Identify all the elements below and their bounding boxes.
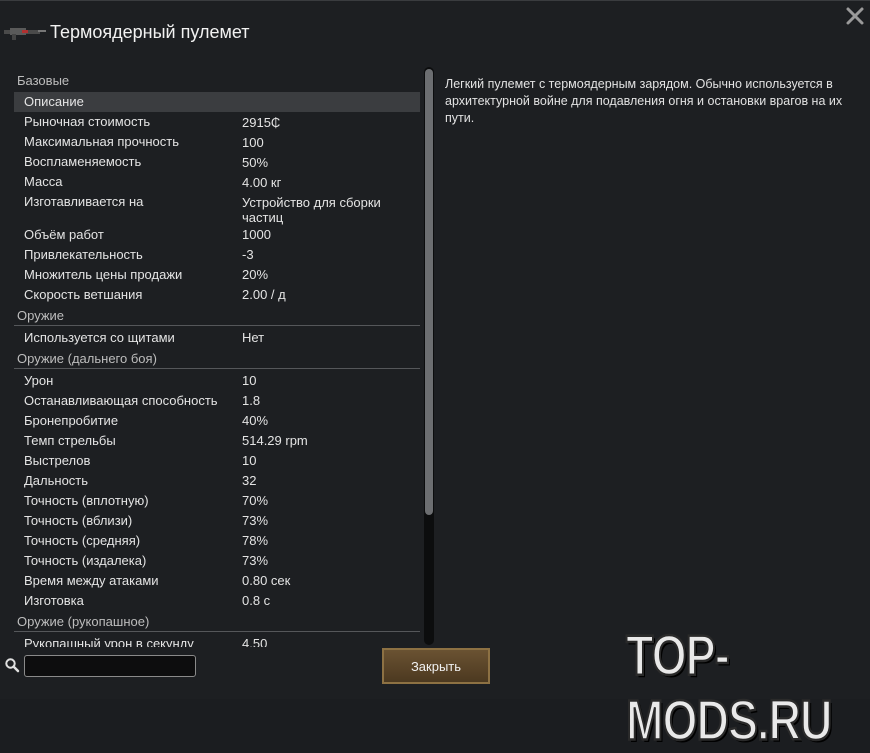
stat-row[interactable]: Точность (издалека) 73%	[14, 551, 420, 571]
stat-row[interactable]: Точность (средняя) 78%	[14, 531, 420, 551]
stat-row[interactable]: Точность (вблизи) 73%	[14, 511, 420, 531]
stat-row[interactable]: Масса 4.00 кг	[14, 172, 420, 192]
stat-value: 4.50	[242, 636, 268, 647]
stat-label: Используется со щитами	[24, 329, 175, 345]
stat-value	[242, 92, 402, 112]
stat-value: 4.00 кг	[242, 174, 282, 190]
close-button[interactable]: Закрыть	[382, 648, 490, 684]
stat-value: 50%	[242, 154, 269, 170]
search-input[interactable]	[24, 655, 196, 677]
stat-label: Описание	[24, 94, 84, 109]
stat-value: 10	[242, 373, 257, 388]
item-description: Легкий пулемет с термоядерным зарядом. О…	[445, 77, 843, 125]
close-icon[interactable]	[844, 5, 866, 27]
stat-label: Урон	[24, 372, 54, 388]
stat-label: Дальность	[24, 472, 89, 488]
stat-value: 73%	[242, 513, 269, 528]
stat-value: 70%	[242, 493, 269, 508]
stat-row[interactable]: Скорость ветшания 2.00 / д	[14, 285, 420, 305]
stat-label: Объём работ	[24, 226, 104, 242]
stat-value: 2915₵	[242, 114, 281, 130]
stat-row[interactable]: Изготавливается на Устройство для сборки …	[14, 192, 420, 225]
stat-row[interactable]: Описание	[14, 92, 420, 112]
search-icon	[5, 658, 20, 673]
stat-value: 2.00 / д	[242, 287, 286, 302]
stat-value: 73%	[242, 553, 269, 568]
stat-value: 32	[242, 473, 257, 488]
stat-value: 100	[242, 134, 264, 150]
stat-value: Устройство для сборки частиц	[242, 194, 381, 225]
stat-label: Максимальная прочность	[24, 134, 180, 149]
stat-row[interactable]: Используется со щитами Нет	[14, 328, 420, 348]
stat-label: Останавливающая способность	[24, 392, 218, 408]
stat-row[interactable]: Привлекательность -3	[14, 245, 420, 265]
info-dialog: Термоядерный пулемет Базовые Описание Рыно…	[0, 0, 870, 753]
category-header: Оружие (рукопашное)	[14, 611, 420, 632]
stat-row[interactable]: Дальность 32	[14, 471, 420, 491]
dialog-title: Термоядерный пулемет	[50, 21, 250, 42]
watermark: TOP-MODS.RU	[625, 622, 834, 753]
weapon-icon	[4, 28, 46, 40]
stat-value: Нет	[242, 330, 265, 345]
stat-row[interactable]: Максимальная прочность 100	[14, 132, 420, 152]
stat-row[interactable]: Объём работ 1000	[14, 225, 420, 245]
stat-row[interactable]: Время между атаками 0.80 сек	[14, 571, 420, 591]
stat-label: Масса	[24, 174, 63, 189]
stat-label: Рыночная стоимость	[24, 114, 151, 129]
stat-label: Привлекательность	[24, 246, 143, 262]
stat-row[interactable]: Изготовка 0.8 с	[14, 591, 420, 611]
stat-row[interactable]: Рыночная стоимость 2915₵	[14, 112, 420, 132]
stat-row[interactable]: Воспламеняемость 50%	[14, 152, 420, 172]
stat-row[interactable]: Точность (вплотную) 70%	[14, 491, 420, 511]
stat-label: Рукопашный урон в секунду	[24, 635, 194, 648]
stat-row[interactable]: Рукопашный урон в секунду 4.50	[14, 634, 420, 648]
stat-label: Воспламеняемость	[24, 154, 142, 169]
stats-list[interactable]: Базовые Описание Рыночная стоимость 2915₵ Ма…	[14, 67, 420, 647]
stat-value: 10	[242, 453, 257, 468]
stat-value: 514.29 rpm	[242, 433, 308, 448]
category-header: Оружие (дальнего боя)	[14, 348, 420, 369]
stat-label: Точность (вплотную)	[24, 492, 149, 508]
stat-value: 78%	[242, 533, 269, 548]
stat-value: 1000	[242, 227, 271, 242]
dialog-header: Термоядерный пулемет	[0, 15, 250, 49]
stat-row[interactable]: Множитель цены продажи 20%	[14, 265, 420, 285]
stat-label: Точность (средняя)	[24, 532, 141, 548]
stat-label: Точность (вблизи)	[24, 512, 133, 528]
scrollbar[interactable]	[424, 67, 434, 645]
stat-row[interactable]: Темп стрельбы 514.29 rpm	[14, 431, 420, 451]
stat-value: 0.80 сек	[242, 573, 291, 588]
stat-row[interactable]: Бронепробитие 40%	[14, 411, 420, 431]
scrollbar-thumb[interactable]	[425, 69, 433, 515]
stat-label: Скорость ветшания	[24, 286, 143, 302]
stat-value: 20%	[242, 267, 269, 282]
category-header: Базовые	[17, 73, 70, 88]
stat-row[interactable]: Выстрелов 10	[14, 451, 420, 471]
stat-label: Изготовка	[24, 592, 84, 608]
stat-label: Множитель цены продажи	[24, 266, 183, 282]
close-button-label: Закрыть	[410, 658, 462, 674]
stat-label: Изготавливается на	[24, 194, 144, 209]
stat-value: 0.8 с	[242, 593, 271, 608]
stat-row[interactable]: Урон 10	[14, 371, 420, 391]
category-header: Оружие	[14, 305, 420, 326]
stat-label: Бронепробитие	[24, 412, 119, 428]
stat-row[interactable]: Останавливающая способность 1.8	[14, 391, 420, 411]
stat-label: Темп стрельбы	[24, 432, 116, 448]
stat-label: Точность (издалека)	[24, 552, 147, 568]
stat-value: 1.8	[242, 393, 261, 408]
stat-label: Выстрелов	[24, 452, 91, 468]
stat-label: Время между атаками	[24, 572, 159, 588]
stat-value: 40%	[242, 413, 269, 428]
stat-value: -3	[242, 247, 254, 262]
